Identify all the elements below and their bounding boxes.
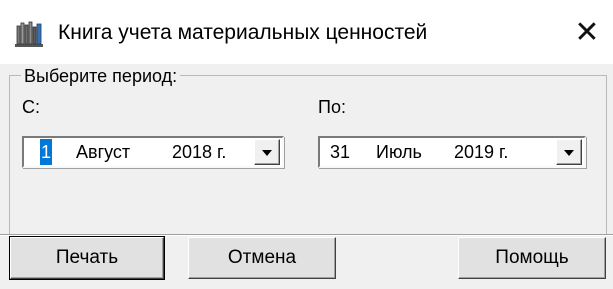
cancel-button[interactable]: Отмена (188, 237, 336, 279)
from-label: С: (22, 97, 40, 117)
close-icon[interactable]: ✕ (570, 18, 604, 48)
to-date-picker[interactable]: 31 Июль 2019 г. (318, 136, 586, 168)
from-dropdown-button[interactable] (254, 139, 280, 165)
to-year[interactable]: 2019 г. (454, 139, 508, 165)
window-title: Книга учета материальных ценностей (58, 21, 428, 44)
chevron-down-icon (564, 150, 574, 156)
period-group-label: Выберите период: (21, 65, 181, 87)
chevron-down-icon (262, 150, 272, 156)
to-month[interactable]: Июль (376, 139, 422, 165)
to-day[interactable]: 31 (330, 139, 350, 165)
title-bar: Книга учета материальных ценностей ✕ (0, 0, 613, 64)
print-button[interactable]: Печать (9, 236, 165, 280)
help-button[interactable]: Помощь (458, 237, 606, 279)
to-label: По: (318, 97, 346, 117)
from-year[interactable]: 2018 г. (172, 139, 226, 165)
bookshelf-icon (15, 21, 43, 47)
from-date-picker[interactable]: 1 Август 2018 г. (22, 136, 284, 168)
to-dropdown-button[interactable] (556, 139, 582, 165)
divider (0, 234, 613, 236)
from-month[interactable]: Август (76, 139, 130, 165)
from-day[interactable]: 1 (40, 139, 53, 165)
